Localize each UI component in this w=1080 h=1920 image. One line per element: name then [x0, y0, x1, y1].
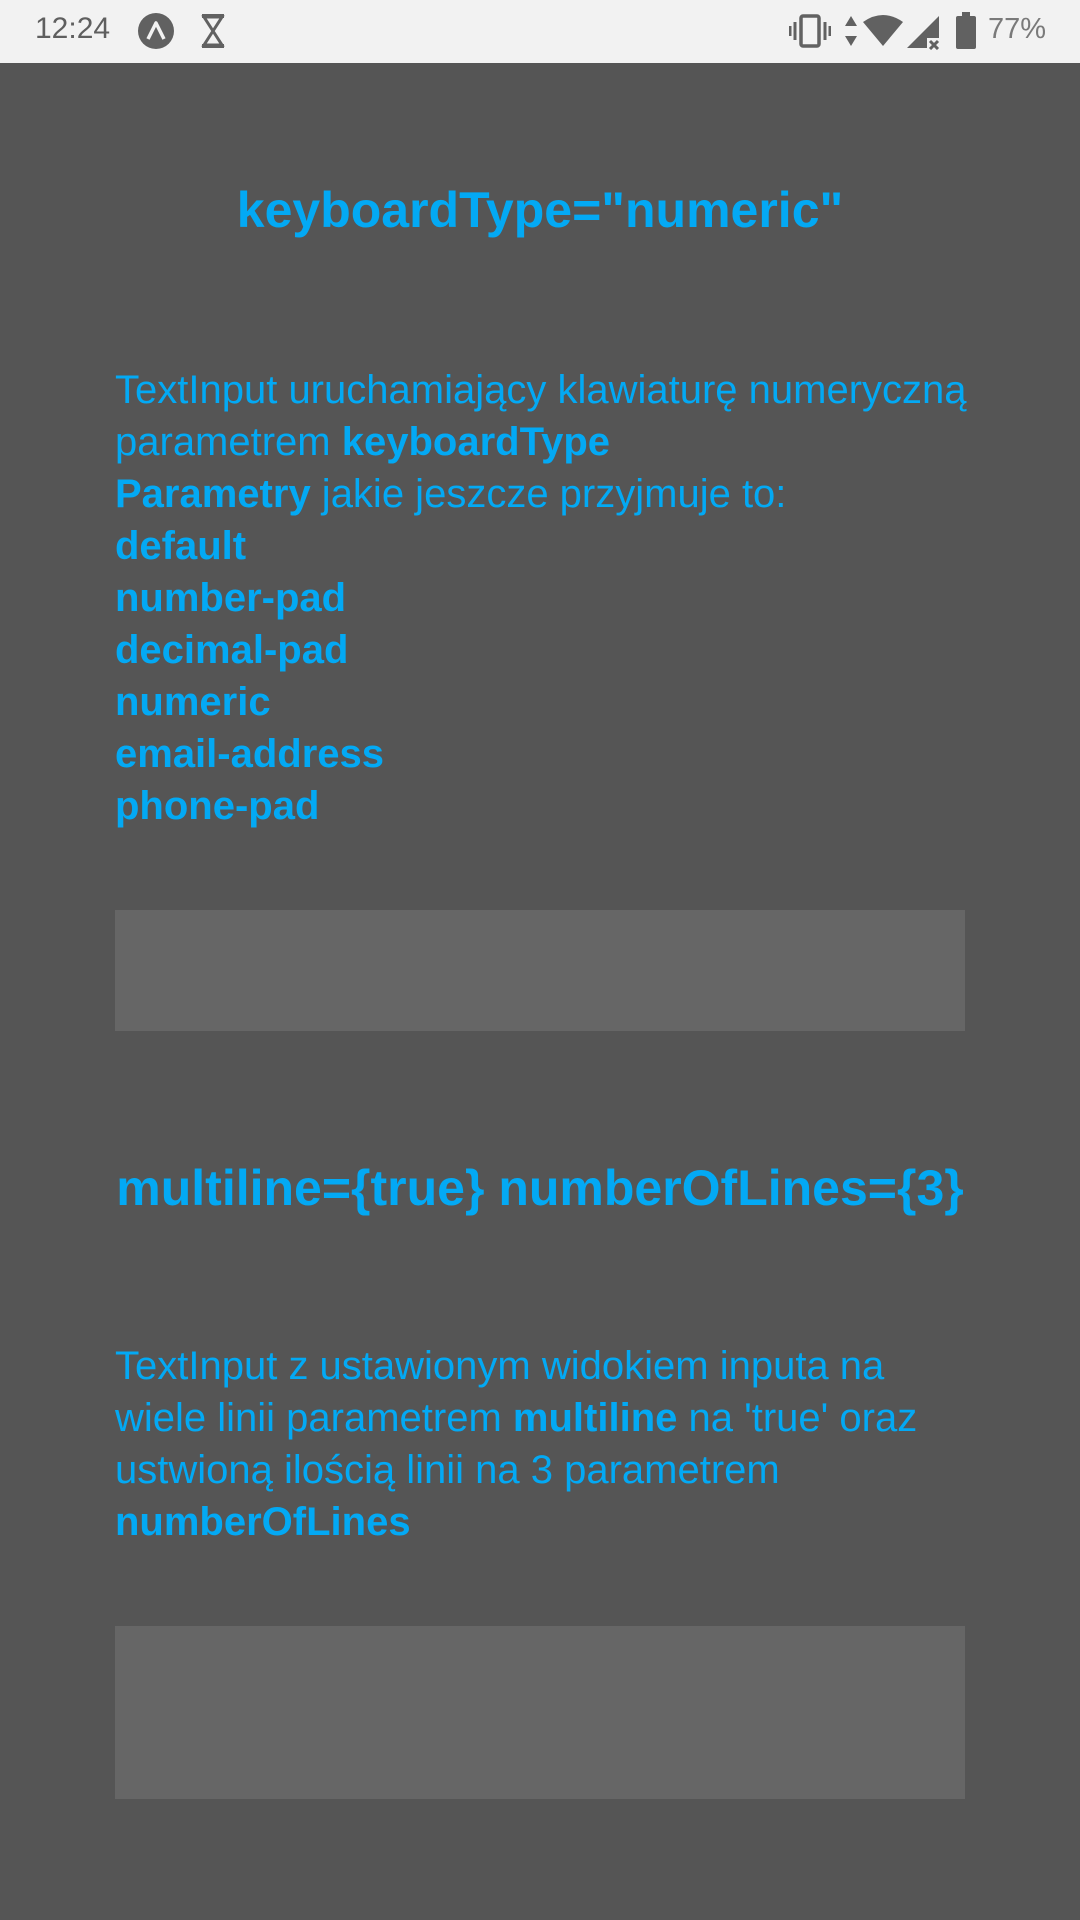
keyboard-option: numeric [115, 680, 271, 724]
app-screen: 12:24 77% keyboardType="numeric" TextInp… [0, 0, 1080, 1920]
status-time: 12:24 [35, 12, 111, 45]
keyboard-option: number-pad [115, 576, 347, 620]
description-bold: numberOfLines [115, 1500, 411, 1544]
data-arrows-icon [845, 16, 857, 46]
keyboard-type-description: TextInput uruchamiający klawiaturę numer… [115, 364, 985, 832]
heading-keyboard-type: keyboardType="numeric" [236, 182, 844, 238]
expo-icon [138, 13, 174, 49]
description-text: jakie jeszcze przyjmuje to: [310, 472, 787, 516]
multiline-text-input[interactable] [115, 1626, 965, 1799]
vibrate-icon [789, 14, 831, 48]
wifi-icon [863, 15, 903, 46]
keyboard-option: default [115, 524, 247, 568]
hourglass-icon [201, 14, 225, 48]
signal-icon [907, 16, 940, 50]
multiline-description: TextInput z ustawionym widokiem inputa n… [115, 1340, 985, 1548]
description-bold: Parametry [115, 472, 311, 516]
keyboard-option: phone-pad [115, 784, 320, 828]
keyboard-option: decimal-pad [115, 628, 349, 672]
battery-icon [956, 12, 976, 49]
battery-percent: 77% [988, 13, 1047, 45]
heading-multiline: multiline={true} numberOfLines={3} [116, 1160, 964, 1216]
description-bold: keyboardType [341, 420, 610, 464]
description-bold: multiline [512, 1396, 678, 1440]
status-bar: 12:24 77% [0, 0, 1080, 63]
keyboard-option: email-address [115, 732, 385, 776]
numeric-text-input[interactable] [115, 910, 965, 1031]
